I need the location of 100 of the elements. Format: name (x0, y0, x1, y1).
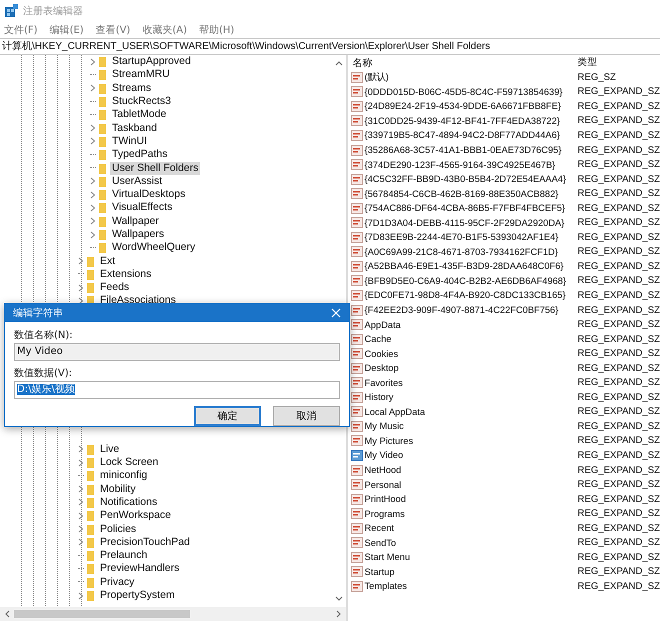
chevron-icon[interactable] (78, 284, 84, 292)
chevron-icon[interactable] (90, 230, 96, 238)
value-name[interactable]: Favorites (364, 378, 578, 388)
chevron-icon[interactable] (90, 190, 96, 199)
tree-item[interactable]: Lock Screen (98, 456, 160, 470)
tree-item[interactable]: StartupApproved (110, 55, 193, 68)
tree-item[interactable]: User Shell Folders (110, 162, 200, 175)
value-name[interactable]: {374DE290-123F-4565-9164-39C4925E467B} (364, 160, 578, 170)
dialog-button[interactable]: 确定 (194, 406, 261, 426)
value-name[interactable]: {754AC886-DF64-4CBA-86B5-F7FBF4FBCEF5} (364, 203, 578, 214)
tree-item[interactable]: Feeds (98, 281, 132, 294)
tree-item[interactable]: Taskband (110, 122, 159, 135)
value-name[interactable]: {35286A68-3C57-41A1-BBB1-0EAE73D76C95} (364, 145, 578, 155)
tree-item[interactable]: Wallpaper (110, 214, 161, 228)
value-name[interactable]: {56784854-C6CB-462B-8169-88E350ACB882} (364, 188, 578, 199)
value-name-field[interactable]: My Video (14, 343, 340, 361)
value-name[interactable]: NetHood (364, 465, 578, 476)
value-name[interactable]: Templates (364, 581, 578, 592)
tree-item[interactable]: TypedPaths (110, 148, 170, 162)
chevron-icon[interactable] (78, 592, 84, 600)
chevron-icon[interactable] (90, 124, 96, 132)
value-name[interactable]: History (364, 392, 578, 402)
tree-item[interactable]: Policies (98, 522, 138, 536)
value-name[interactable]: My Music (364, 421, 578, 432)
tree-item[interactable]: WordWheelQuery (110, 241, 198, 254)
tree-item[interactable]: UserAssist (110, 174, 164, 188)
chevron-icon[interactable] (78, 296, 84, 305)
tree-item[interactable]: PropertySystem (98, 589, 177, 602)
value-name[interactable]: {7D83EE9B-2244-4E70-B1F5-5393042AF1E4} (364, 232, 578, 242)
scroll-up-icon[interactable] (334, 60, 343, 66)
tree-item[interactable]: PenWorkspace (98, 509, 174, 522)
close-icon[interactable] (331, 308, 341, 318)
value-name[interactable]: PrintHood (364, 494, 578, 504)
chevron-icon[interactable] (78, 485, 84, 494)
tree-item[interactable]: TWinUI (110, 134, 149, 148)
value-name[interactable]: {7D1D3A04-DEBB-4115-95CF-2F29DA2920DA} (364, 218, 578, 228)
tree-item[interactable]: Mobility (98, 482, 138, 496)
tree-item[interactable]: Ext (98, 254, 118, 268)
value-name[interactable]: AppData (364, 320, 578, 330)
tree-item[interactable]: StreamMRU (110, 68, 172, 82)
value-name[interactable]: SendTo (364, 538, 578, 548)
value-name[interactable]: Start Menu (364, 552, 578, 562)
value-name[interactable]: {31C0DD25-9439-4F12-BF41-7FF4EDA38722} (364, 116, 578, 126)
value-name[interactable]: {A0C69A99-21C8-4671-8703-7934162FCF1D} (364, 246, 578, 257)
chevron-icon[interactable] (90, 84, 96, 92)
value-name[interactable]: {0DDD015D-B06C-45D5-8C4C-F59713854639} (364, 86, 578, 97)
tree-item[interactable]: Streams (110, 82, 154, 95)
value-name[interactable]: {339719B5-8C47-4894-94C2-D8F77ADD44A6} (364, 130, 578, 140)
value-name[interactable]: {4C5C32FF-BB9D-43B0-B5B4-2D72E54EAAA4} (364, 174, 578, 184)
scroll-left-icon[interactable] (4, 610, 10, 618)
value-name[interactable]: Recent (364, 523, 578, 534)
tree-item[interactable]: VirtualDesktops (110, 188, 188, 202)
tree-item[interactable]: TabletMode (110, 108, 168, 122)
chevron-icon[interactable] (90, 177, 96, 186)
column-header[interactable]: 名称 (350, 56, 578, 70)
tree-item[interactable]: Prelaunch (98, 549, 150, 562)
chevron-icon[interactable] (78, 458, 84, 467)
tree-item[interactable]: VisualEffects (110, 201, 174, 214)
tree-item[interactable]: PreviewHandlers (98, 562, 182, 576)
menu-item[interactable]: 编辑(E) (50, 23, 84, 37)
tree-item[interactable]: PrecisionTouchPad (98, 536, 192, 549)
tree-item[interactable]: StuckRects3 (110, 95, 173, 108)
tree-item[interactable]: miniconfig (98, 469, 150, 482)
scroll-down-icon[interactable] (334, 596, 343, 602)
value-name[interactable]: {EDC0FE71-98D8-4F4A-B920-C8DC133CB165} (364, 290, 578, 300)
column-header[interactable]: 类型 (578, 56, 598, 69)
value-name[interactable]: {24D89E24-2F19-4534-9DDE-6A6671FBB8FE} (364, 101, 578, 112)
chevron-icon[interactable] (90, 58, 96, 66)
address-bar[interactable]: 计算机\HKEY_CURRENT_USER\SOFTWARE\Microsoft\Windows\CurrentVersion\Explorer\User Shell Folders (0, 38, 660, 55)
chevron-icon[interactable] (90, 217, 96, 226)
value-name[interactable]: {BFB9D5E0-C6A9-404C-B2B2-AE6DB6AF4968} (364, 276, 578, 286)
chevron-icon[interactable] (78, 512, 84, 520)
chevron-icon[interactable] (78, 257, 84, 266)
tree-item[interactable]: Wallpapers (110, 228, 166, 241)
chevron-icon[interactable] (90, 204, 96, 212)
value-name[interactable]: (默认) (364, 70, 578, 84)
menu-item[interactable]: 收藏夹(A) (142, 23, 187, 37)
value-name[interactable]: Startup (364, 566, 578, 577)
value-name[interactable]: Programs (364, 508, 578, 519)
chevron-icon[interactable] (90, 137, 96, 146)
value-name[interactable]: {A52BBA46-E9E1-435F-B3D9-28DAA648C0F6} (364, 261, 578, 272)
value-name[interactable]: My Pictures (364, 436, 578, 446)
value-name[interactable]: {F42EE2D3-909F-4907-8871-4C22FC0BF756} (364, 305, 578, 316)
scroll-right-icon[interactable] (336, 610, 342, 618)
scrollbar-thumb[interactable] (14, 610, 190, 618)
value-name[interactable]: Desktop (364, 363, 578, 374)
chevron-icon[interactable] (78, 498, 84, 506)
tree-item[interactable]: Privacy (98, 576, 136, 589)
value-name[interactable]: Local AppData (364, 406, 578, 417)
menu-item[interactable]: 文件(F) (4, 23, 38, 37)
value-name[interactable]: Cookies (364, 348, 578, 359)
tree-item[interactable]: Notifications (98, 496, 160, 509)
chevron-icon[interactable] (78, 538, 84, 546)
value-data-field[interactable]: D:\娱乐\视频 (14, 381, 340, 399)
value-name[interactable]: My Video (364, 450, 578, 460)
chevron-icon[interactable] (78, 445, 84, 454)
chevron-icon[interactable] (78, 525, 84, 534)
tree-item[interactable]: Extensions (98, 268, 154, 281)
menu-item[interactable]: 帮助(H) (199, 23, 234, 37)
tree-item[interactable]: Live (98, 442, 122, 456)
